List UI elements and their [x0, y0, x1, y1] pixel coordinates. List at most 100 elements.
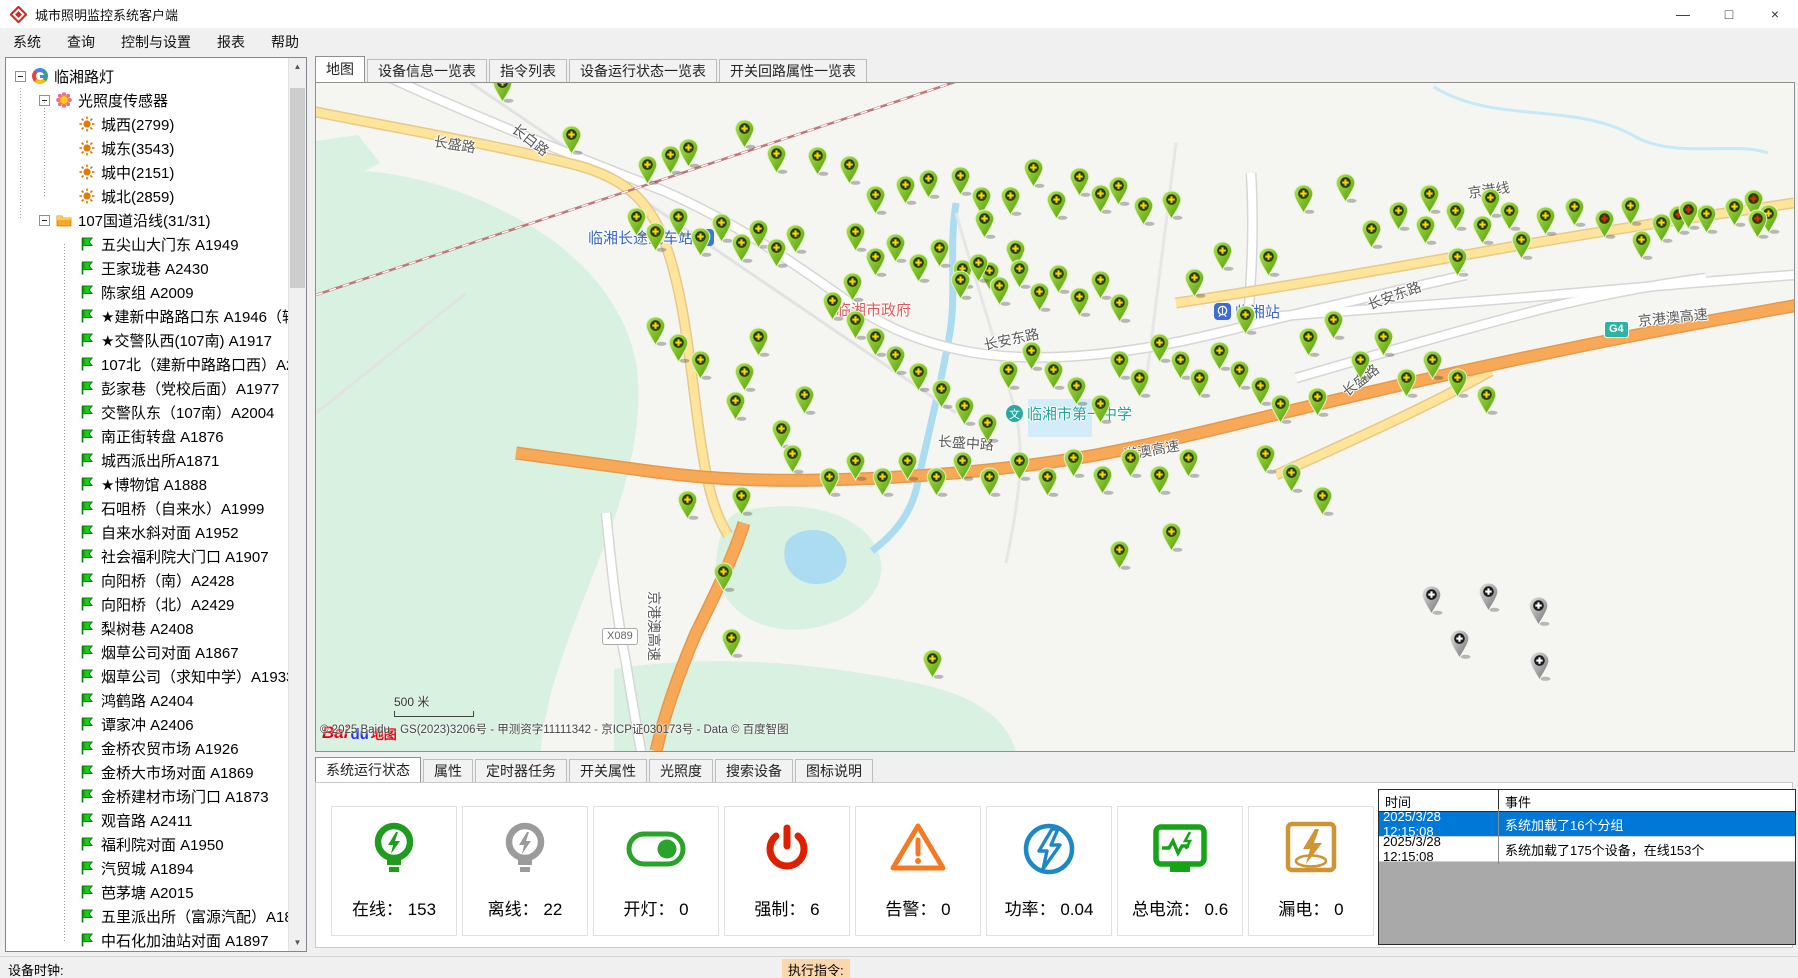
map-pin-online[interactable]: [950, 166, 972, 196]
map-pin-online[interactable]: [931, 379, 953, 409]
map-pin-online[interactable]: [782, 444, 804, 474]
tree-row[interactable]: 交警队东（107南）A2004: [7, 400, 289, 424]
map-pin-online[interactable]: [766, 144, 788, 174]
map-pin-online[interactable]: [1250, 376, 1272, 406]
tree-row[interactable]: ★交警队西(107南) A1917: [7, 328, 289, 352]
status-view-tab[interactable]: 搜索设备: [715, 759, 793, 782]
map-pin-online[interactable]: [1161, 190, 1183, 220]
map-pin-online[interactable]: [1472, 215, 1494, 245]
map-view-tab[interactable]: 设备信息一览表: [367, 59, 487, 82]
map-pin-online[interactable]: [1298, 327, 1320, 357]
tree-row[interactable]: 金桥农贸市场 A1926: [7, 736, 289, 760]
map-pin-online[interactable]: [819, 467, 841, 497]
map-pin-online[interactable]: [1184, 268, 1206, 298]
map-pin-online[interactable]: [1229, 360, 1251, 390]
event-time-column-header[interactable]: 时间: [1379, 790, 1499, 811]
map-pin-online[interactable]: [1009, 451, 1031, 481]
map-pin-offline[interactable]: [1478, 582, 1500, 612]
map-pin-alarm[interactable]: [1747, 209, 1769, 239]
map-pin-online[interactable]: [1422, 350, 1444, 380]
tree-row[interactable]: 梨树巷 A2408: [7, 616, 289, 640]
map-pin-online[interactable]: [734, 119, 756, 149]
map-pin-online[interactable]: [865, 327, 887, 357]
map-pin-online[interactable]: [645, 316, 667, 346]
status-view-tab[interactable]: 图标说明: [795, 759, 873, 782]
map-pin-online[interactable]: [979, 467, 1001, 497]
tree-row[interactable]: 向阳桥（南）A2428: [7, 568, 289, 592]
map-pin-online[interactable]: [1447, 368, 1469, 398]
map-pin-online[interactable]: [794, 385, 816, 415]
scroll-up-icon[interactable]: ▲: [289, 58, 306, 75]
map-pin-online[interactable]: [785, 224, 807, 254]
map-pin-online[interactable]: [1631, 230, 1653, 260]
map-view-tab[interactable]: 指令列表: [489, 59, 567, 82]
map-pin-online[interactable]: [1037, 467, 1059, 497]
tree-row[interactable]: 南正街转盘 A1876: [7, 424, 289, 448]
map-pin-online[interactable]: [954, 396, 976, 426]
map-view-tab[interactable]: 设备运行状态一览表: [569, 59, 717, 82]
map-pin-online[interactable]: [731, 486, 753, 516]
map-pin-online[interactable]: [1109, 293, 1131, 323]
map-pin-online[interactable]: [822, 291, 844, 321]
map-pin-online[interactable]: [1149, 333, 1171, 363]
tree-row[interactable]: 光照度传感器: [7, 88, 289, 112]
map-pin-online[interactable]: [1212, 241, 1234, 271]
map-pin-online[interactable]: [845, 222, 867, 252]
map-pin-online[interactable]: [885, 345, 907, 375]
map-pin-online[interactable]: [1235, 305, 1257, 335]
map-pin-online[interactable]: [929, 238, 951, 268]
map-pin-online[interactable]: [713, 562, 735, 592]
tree-expander-icon[interactable]: [39, 215, 50, 226]
tree-row[interactable]: 自来水斜对面 A1952: [7, 520, 289, 544]
map-pin-online[interactable]: [1069, 167, 1091, 197]
map-pin-online[interactable]: [1090, 394, 1112, 424]
map-pin-offline[interactable]: [1449, 629, 1471, 659]
map-pin-online[interactable]: [1048, 264, 1070, 294]
tree-row[interactable]: 烟草公司对面 A1867: [7, 640, 289, 664]
map-pin-online[interactable]: [1021, 341, 1043, 371]
map-pin-online[interactable]: [1043, 360, 1065, 390]
map-pin-online[interactable]: [974, 209, 996, 239]
map-pin-online[interactable]: [1281, 463, 1303, 493]
map-pin-online[interactable]: [1109, 540, 1131, 570]
map-pin-online[interactable]: [845, 310, 867, 340]
tree-row[interactable]: 观音路 A2411: [7, 808, 289, 832]
tree-row[interactable]: 王家珑巷 A2430: [7, 256, 289, 280]
map-pin-online[interactable]: [1480, 188, 1502, 218]
map-pin-online[interactable]: [1178, 448, 1200, 478]
map-pin-online[interactable]: [1270, 394, 1292, 424]
map-pin-online[interactable]: [839, 155, 861, 185]
map-pin-online[interactable]: [637, 155, 659, 185]
event-column-header[interactable]: 事件: [1499, 790, 1795, 811]
map-pin-online[interactable]: [711, 213, 733, 243]
tree-row[interactable]: 金桥大市场对面 A1869: [7, 760, 289, 784]
tree-row[interactable]: 烟草公司（求知中学）A1933: [7, 664, 289, 688]
map-pin-online[interactable]: [1023, 158, 1045, 188]
tree-row[interactable]: 彭家巷（党校后面）A1977: [7, 376, 289, 400]
map-pin-online[interactable]: [1396, 368, 1418, 398]
tree-scrollbar[interactable]: ▲ ▼: [288, 58, 306, 951]
map-pin-online[interactable]: [908, 362, 930, 392]
tree-row[interactable]: 五尖山大门东 A1949: [7, 232, 289, 256]
map-pin-online[interactable]: [690, 350, 712, 380]
menu-item[interactable]: 查询: [54, 28, 108, 56]
map-pin-online[interactable]: [561, 125, 583, 155]
map-pin-online[interactable]: [1445, 201, 1467, 231]
map-pin-online[interactable]: [492, 82, 514, 103]
map-pin-online[interactable]: [998, 360, 1020, 390]
map-pin-online[interactable]: [668, 333, 690, 363]
map-pin-online[interactable]: [748, 327, 770, 357]
map-pin-online[interactable]: [1092, 465, 1114, 495]
map-pin-online[interactable]: [1255, 444, 1277, 474]
tree-row[interactable]: 城西(2799): [7, 112, 289, 136]
map-pin-online[interactable]: [1293, 184, 1315, 214]
map-pin-online[interactable]: [908, 253, 930, 283]
map-pin-online[interactable]: [872, 467, 894, 497]
tree-row[interactable]: 陈家组 A2009: [7, 280, 289, 304]
map-pin-online[interactable]: [1109, 350, 1131, 380]
map-pin-online[interactable]: [1046, 190, 1068, 220]
menu-item[interactable]: 系统: [0, 28, 54, 56]
map-pin-online[interactable]: [1564, 197, 1586, 227]
map-pin-online[interactable]: [1209, 341, 1231, 371]
tree-row[interactable]: 107国道沿线(31/31): [7, 208, 289, 232]
